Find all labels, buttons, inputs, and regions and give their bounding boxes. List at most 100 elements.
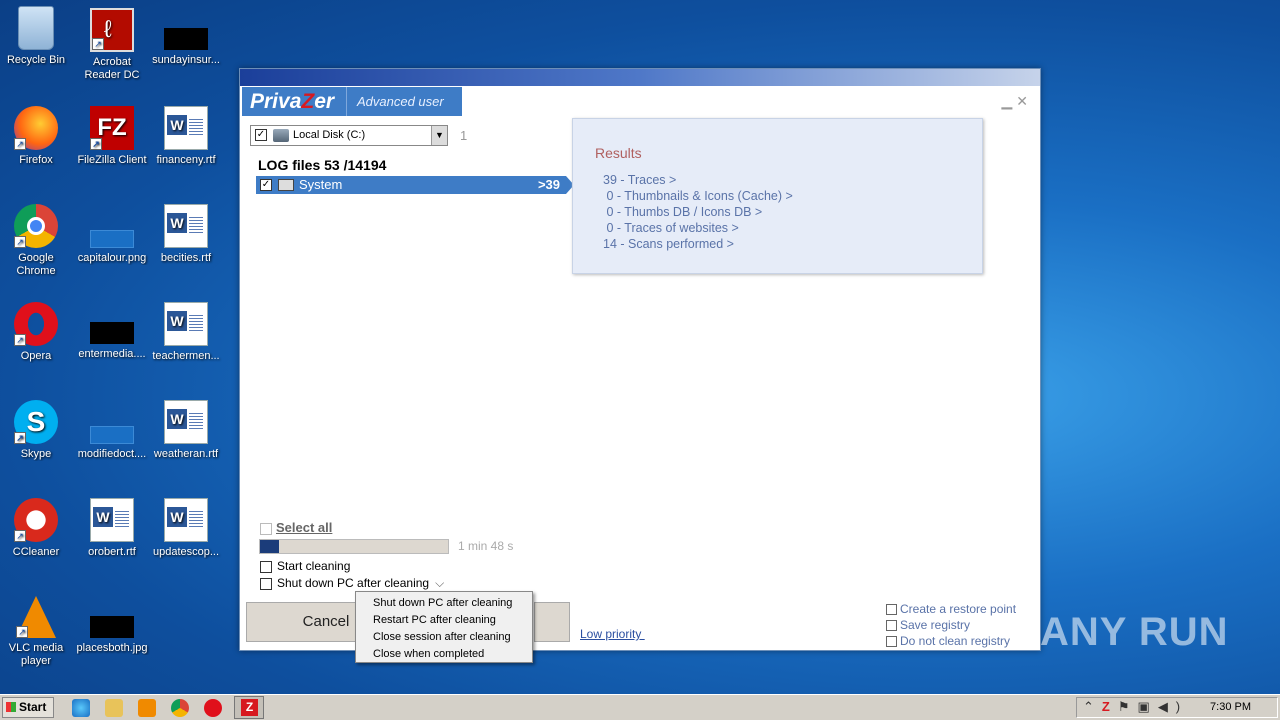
system-count: >39 xyxy=(537,177,560,192)
taskbar: Start Z ⌃Z⚑▣◀) 7:30 PM xyxy=(0,694,1280,720)
desktop-icon-firefox[interactable]: ↗ Firefox xyxy=(0,106,74,167)
desktop-icon-becities[interactable]: W becities.rtf xyxy=(148,204,224,265)
start-button[interactable]: Start xyxy=(2,697,54,718)
minimize-icon[interactable]: ▁ xyxy=(1001,93,1012,109)
desktop-icon-teachermen[interactable]: W teachermen... xyxy=(148,302,224,363)
start-cleaning-option[interactable]: Start cleaning xyxy=(260,559,350,573)
firefox-icon: ↗ xyxy=(14,106,58,150)
clean-button[interactable] xyxy=(534,602,570,642)
acrobat-icon: ℓ ↗ xyxy=(90,8,134,52)
desktop-icon-filezilla[interactable]: FZ ↗ FileZilla Client xyxy=(74,106,150,167)
after-cleaning-dropdown: Shut down PC after cleaning Restart PC a… xyxy=(355,591,533,663)
desktop-icon-orobert[interactable]: W orobert.rtf xyxy=(74,498,150,559)
desktop-icon-ccleaner[interactable]: ↗ CCleaner xyxy=(0,498,74,559)
flag-icon: ⚑ xyxy=(1117,699,1138,714)
select-all-label: Select all xyxy=(276,520,333,535)
opera-icon[interactable] xyxy=(204,699,222,717)
system-checkbox[interactable]: ✓ xyxy=(260,179,272,191)
restore-point-checkbox[interactable] xyxy=(886,604,897,616)
ccleaner-icon: ↗ xyxy=(14,498,58,542)
result-link-thumbs-db[interactable]: 0 - Thumbs DB / Icons DB > xyxy=(603,204,793,220)
privazer-taskbar-button[interactable]: Z xyxy=(234,696,264,719)
word-document-icon: W xyxy=(164,400,208,444)
after-cleaning-checkbox[interactable] xyxy=(260,577,272,590)
disk-checkbox[interactable]: ✓ xyxy=(255,129,267,141)
desktop-icon-capitalour[interactable]: capitalour.png xyxy=(74,230,150,265)
result-link-thumbnails[interactable]: 0 - Thumbnails & Icons (Cache) > xyxy=(603,188,792,204)
desktop-icon-placesboth[interactable]: placesboth.jpg xyxy=(74,616,150,655)
desktop-icon-opera[interactable]: ↗ Opera xyxy=(0,302,74,363)
do-not-clean-checkbox[interactable] xyxy=(886,636,897,648)
registry-options: Create a restore point Save registry Do … xyxy=(886,601,1016,649)
disk-select[interactable]: ✓ Local Disk (C:) ▼ xyxy=(250,125,448,146)
user-mode-label[interactable]: Advanced user xyxy=(346,87,444,116)
window-titlebar[interactable] xyxy=(240,69,1040,86)
menu-item-close-session[interactable]: Close session after cleaning xyxy=(356,629,532,646)
desktop-icon-weatheran[interactable]: W weatheran.rtf xyxy=(148,400,224,461)
ie-icon[interactable] xyxy=(72,699,90,717)
menu-item-shutdown[interactable]: Shut down PC after cleaning xyxy=(356,595,532,612)
save-registry-checkbox[interactable] xyxy=(886,620,897,632)
time-remaining: 1 min 48 s xyxy=(458,539,514,553)
chrome-icon[interactable] xyxy=(171,699,189,717)
image-file-icon xyxy=(90,616,134,638)
desktop-icon-modifiedoct[interactable]: modifiedoct.... xyxy=(74,426,150,461)
desktop-icon-financeny[interactable]: W financeny.rtf xyxy=(148,106,224,167)
privazer-icon: Z xyxy=(241,699,258,716)
privazer-logo: PrivaZer xyxy=(250,90,335,113)
results-panel: Results 39 - Traces > 0 - Thumbnails & I… xyxy=(572,118,983,274)
window-controls: ▁ ✕ xyxy=(997,93,1028,110)
do-not-clean-registry-option[interactable]: Do not clean registry xyxy=(886,633,1016,649)
system-tray: ⌃Z⚑▣◀) 7:30 PM xyxy=(1076,697,1278,718)
media-player-icon[interactable] xyxy=(138,699,156,717)
chevron-down-icon[interactable]: ⌵ xyxy=(435,576,444,590)
select-all[interactable]: Select all xyxy=(260,520,332,535)
save-registry-option[interactable]: Save registry xyxy=(886,617,1016,633)
vlc-icon: ↗ xyxy=(16,596,56,638)
desktop-icon-acrobat[interactable]: ℓ ↗ Acrobat Reader DC xyxy=(74,8,150,82)
brand-bar: PrivaZer Advanced user xyxy=(242,87,462,116)
after-cleaning-option[interactable]: Shut down PC after cleaning ⌵ xyxy=(260,576,444,591)
word-document-icon: W xyxy=(164,302,208,346)
results-list: 39 - Traces > 0 - Thumbnails & Icons (Ca… xyxy=(603,172,793,252)
desktop-icon-recycle-bin[interactable]: Recycle Bin xyxy=(0,6,74,67)
desktop-icon-entermedia[interactable]: entermedia.... xyxy=(74,322,150,361)
chevron-down-icon[interactable]: ▼ xyxy=(431,126,447,145)
result-link-traces[interactable]: 39 - Traces > xyxy=(603,172,793,188)
opera-icon: ↗ xyxy=(14,302,58,346)
word-document-icon: W xyxy=(164,204,208,248)
image-file-icon xyxy=(90,230,134,248)
low-priority-link[interactable]: Low priority xyxy=(580,627,645,641)
disk-label: Local Disk (C:) xyxy=(293,129,366,141)
skype-icon: S ↗ xyxy=(14,400,58,444)
menu-item-restart[interactable]: Restart PC after cleaning xyxy=(356,612,532,629)
recycle-bin-icon xyxy=(18,6,54,50)
restore-point-option[interactable]: Create a restore point xyxy=(886,601,1016,617)
desktop-icon-chrome[interactable]: ↗ Google Chrome xyxy=(0,204,74,278)
start-cleaning-checkbox[interactable] xyxy=(260,560,272,573)
desktop-icon-vlc[interactable]: ↗ VLC media player xyxy=(0,596,74,668)
progress-bar xyxy=(259,539,449,554)
menu-item-close-when-completed[interactable]: Close when completed xyxy=(356,646,532,663)
computer-icon xyxy=(278,179,294,191)
privazer-tray-icon: Z xyxy=(1101,699,1118,714)
log-files-title: LOG files 53 /14194 xyxy=(258,157,387,173)
desktop-icon-skype[interactable]: S ↗ Skype xyxy=(0,400,74,461)
volume-icon: ◀) xyxy=(1157,699,1189,714)
word-document-icon: W xyxy=(164,498,208,542)
desktop-icon-sundayinsur[interactable]: sundayinsur... xyxy=(148,28,224,67)
privazer-window: PrivaZer Advanced user ▁ ✕ ✓ Local Disk (… xyxy=(239,68,1041,651)
close-icon[interactable]: ✕ xyxy=(1016,93,1028,109)
file-thumbnail-icon xyxy=(90,426,134,444)
explorer-icon[interactable] xyxy=(105,699,123,717)
select-all-checkbox[interactable] xyxy=(260,522,272,535)
desktop-icon-updatescop[interactable]: W updatescop... xyxy=(148,498,224,559)
system-row[interactable]: ✓ System >39 xyxy=(256,176,574,194)
result-link-scans[interactable]: 14 - Scans performed > xyxy=(603,236,793,252)
progress-fill xyxy=(260,540,279,553)
results-title: Results xyxy=(595,145,642,161)
word-document-icon: W xyxy=(164,106,208,150)
result-link-websites[interactable]: 0 - Traces of websites > xyxy=(603,220,793,236)
tray-icons[interactable]: ⌃Z⚑▣◀) xyxy=(1083,699,1188,715)
disk-drive-icon xyxy=(273,129,289,142)
